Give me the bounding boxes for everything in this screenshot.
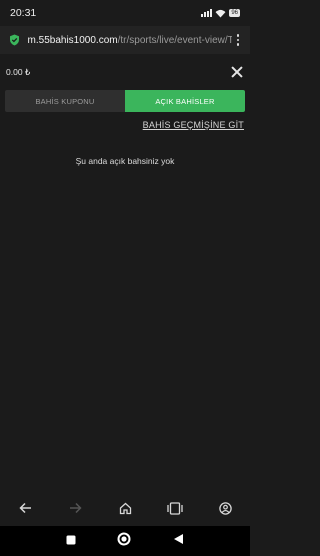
status-time: 20:31 xyxy=(10,7,37,19)
balance-amount: 0.00 ₺ xyxy=(6,66,31,77)
browser-bottom-nav xyxy=(0,496,250,520)
secure-shield-icon[interactable] xyxy=(8,33,22,47)
balance-row: 0.00 ₺ xyxy=(0,54,250,90)
tabs-icon[interactable] xyxy=(163,498,187,518)
signal-icon xyxy=(201,9,213,17)
browser-menu-icon[interactable] xyxy=(232,34,244,46)
url-text[interactable]: m.55bahis1000.com/tr/sports/live/event-v… xyxy=(28,35,233,46)
tab-bet-coupon[interactable]: BAHİS KUPONU xyxy=(5,90,125,112)
tab-open-bets[interactable]: AÇIK BAHİSLER xyxy=(125,90,245,112)
betslip-tabs: BAHİS KUPONU AÇIK BAHİSLER xyxy=(5,90,245,112)
battery-icon: 96 xyxy=(229,9,240,17)
wifi-icon xyxy=(215,9,226,18)
home-circle-icon[interactable] xyxy=(117,532,131,551)
status-bar: 20:31 96 xyxy=(0,0,250,26)
url-bar[interactable]: m.55bahis1000.com/tr/sports/live/event-v… xyxy=(0,26,250,54)
close-icon[interactable] xyxy=(230,65,244,79)
home-icon[interactable] xyxy=(113,498,137,518)
empty-state-message: Şu anda açık bahsiniz yok xyxy=(75,156,175,166)
bet-history-link[interactable]: BAHİS GEÇMİŞİNE GİT xyxy=(0,120,250,130)
recents-icon[interactable] xyxy=(66,532,76,550)
url-host: m.55bahis1000.com xyxy=(27,34,118,46)
status-icons: 96 xyxy=(201,9,240,18)
forward-icon[interactable] xyxy=(63,498,87,518)
back-triangle-icon[interactable] xyxy=(173,532,184,550)
url-path: /tr/sports/live/event-view/T€ xyxy=(117,34,233,46)
account-icon[interactable] xyxy=(213,498,237,518)
system-nav-bar xyxy=(0,526,250,556)
back-icon[interactable] xyxy=(13,498,37,518)
betslip-panel: 0.00 ₺ BAHİS KUPONU AÇIK BAHİSLER BAHİS … xyxy=(0,54,250,496)
